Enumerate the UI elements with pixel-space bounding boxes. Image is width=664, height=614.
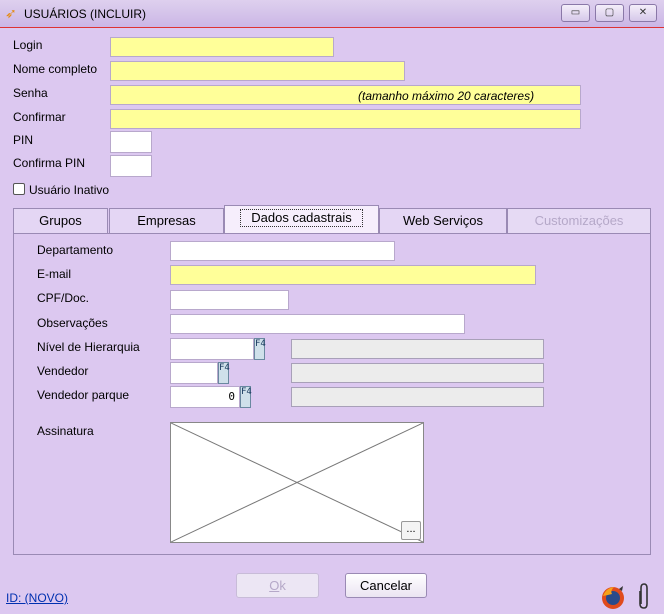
- vendedor-description: [291, 363, 544, 383]
- nome-completo-label: Nome completo: [13, 62, 98, 76]
- departamento-input[interactable]: [170, 241, 395, 261]
- cancel-button[interactable]: Cancelar: [345, 573, 427, 598]
- minimize-icon: ▭: [570, 7, 581, 18]
- tab-empresas[interactable]: Empresas: [109, 208, 224, 233]
- usuario-inativo-label: Usuário Inativo: [29, 183, 110, 197]
- maximize-icon: ▢: [604, 7, 615, 18]
- assinatura-image: ...: [170, 422, 424, 543]
- confirmar-label: Confirmar: [13, 110, 66, 124]
- nome-completo-input[interactable]: [110, 61, 405, 81]
- tab-bar: Grupos Empresas Dados cadastrais Web Ser…: [13, 205, 651, 233]
- confirma-pin-label: Confirma PIN: [13, 156, 86, 170]
- confirmar-senha-input[interactable]: [110, 109, 581, 129]
- confirma-pin-input[interactable]: [110, 155, 152, 177]
- tab-grupos[interactable]: Grupos: [13, 208, 108, 233]
- nivel-hierarquia-input[interactable]: [170, 338, 254, 360]
- cpf-input[interactable]: [170, 290, 289, 310]
- nivel-hierarquia-label: Nível de Hierarquia: [37, 340, 140, 354]
- observacoes-input[interactable]: [170, 314, 465, 334]
- nivel-hierarquia-description: [291, 339, 544, 359]
- close-button[interactable]: ✕: [629, 4, 657, 22]
- usuario-inativo-checkbox[interactable]: [13, 183, 25, 195]
- email-input[interactable]: [170, 265, 536, 285]
- login-input[interactable]: [110, 37, 334, 57]
- pin-input[interactable]: [110, 131, 152, 153]
- window-title: USUÁRIOS (INCLUIR): [24, 7, 147, 21]
- senha-hint: (tamanho máximo 20 caracteres): [358, 89, 535, 103]
- minimize-button[interactable]: ▭: [561, 4, 590, 22]
- tab-dados-cadastrais[interactable]: Dados cadastrais: [224, 205, 379, 233]
- senha-input[interactable]: (tamanho máximo 20 caracteres): [110, 85, 581, 105]
- close-icon: ✕: [638, 7, 648, 18]
- vendedor-input[interactable]: [170, 362, 218, 384]
- firefox-icon[interactable]: [600, 584, 626, 610]
- email-label: E-mail: [37, 267, 72, 281]
- assinatura-browse-button[interactable]: ...: [401, 521, 421, 540]
- ok-button: Ok: [236, 573, 319, 598]
- vendedor-parque-description: [291, 387, 544, 407]
- id-link[interactable]: ID: (NOVO): [6, 591, 68, 605]
- dialog-content: Login Nome completo Senha (tamanho máxim…: [0, 29, 664, 614]
- cpf-label: CPF/Doc.: [37, 291, 90, 305]
- tab-web-servicos[interactable]: Web Serviços: [379, 208, 507, 233]
- login-label: Login: [13, 38, 43, 52]
- departamento-label: Departamento: [37, 243, 114, 257]
- empty-image-placeholder-icon: [171, 423, 423, 542]
- vendedor-label: Vendedor: [37, 364, 89, 378]
- f4-lookup-icon[interactable]: F4: [240, 386, 252, 408]
- senha-label: Senha: [13, 86, 48, 100]
- tab-dados-cadastrais-label: Dados cadastrais: [240, 209, 363, 227]
- pin-label: PIN: [13, 133, 34, 147]
- tab-customizacoes: Customizações: [507, 208, 651, 233]
- title-bar: ➶ USUÁRIOS (INCLUIR) ▭ ▢ ✕: [0, 0, 664, 28]
- f4-lookup-icon[interactable]: F4: [218, 362, 230, 384]
- maximize-button[interactable]: ▢: [595, 4, 624, 22]
- assinatura-label: Assinatura: [37, 424, 94, 438]
- f4-lookup-icon[interactable]: F4: [254, 338, 266, 360]
- vendedor-parque-label: Vendedor parque: [37, 388, 130, 402]
- app-logo-icon: ➶: [5, 5, 17, 21]
- vendedor-parque-input[interactable]: 0: [170, 386, 240, 408]
- observacoes-label: Observações: [37, 316, 108, 330]
- paperclip-icon[interactable]: [636, 582, 652, 610]
